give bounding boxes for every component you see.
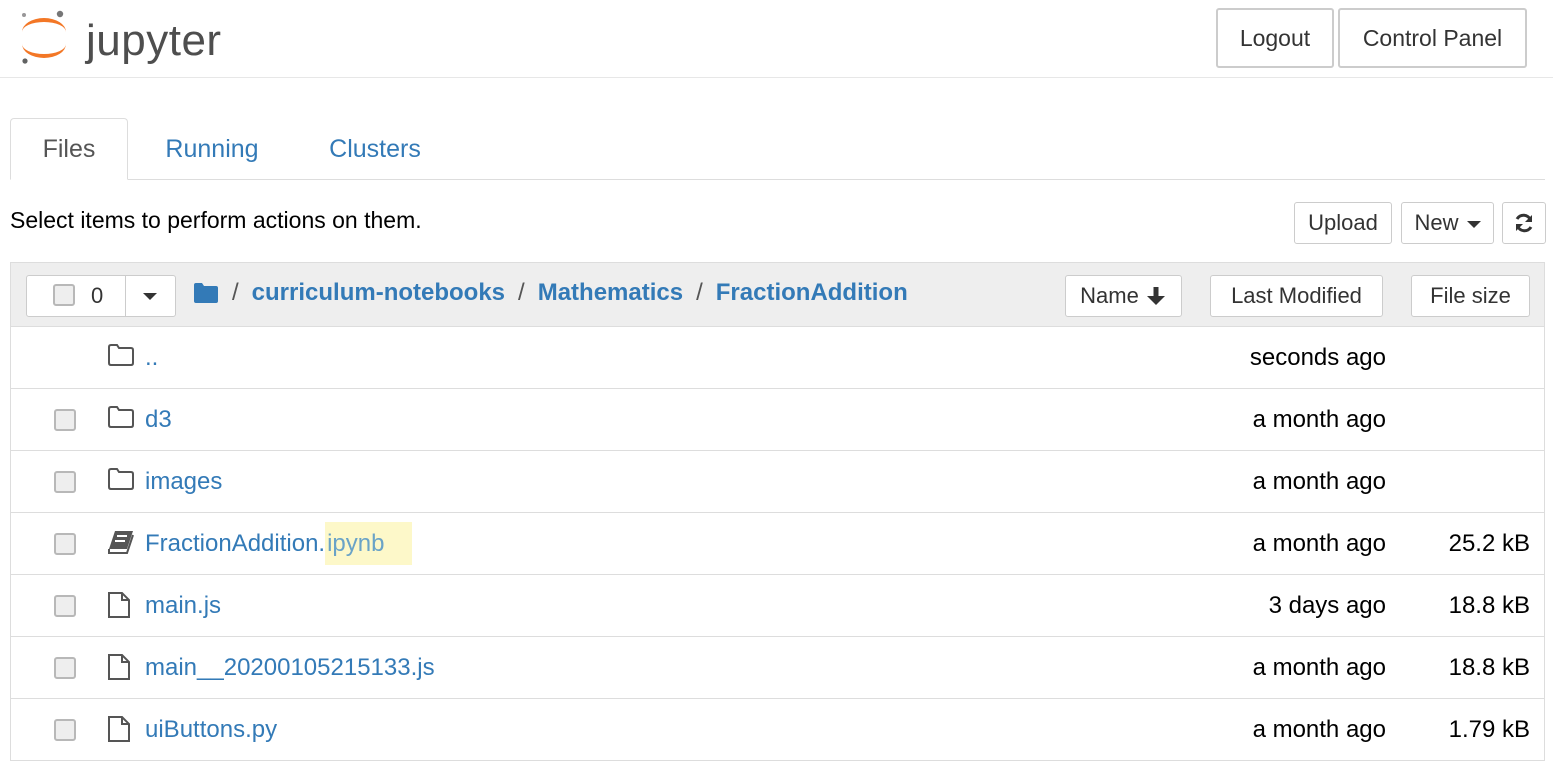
sort-by-name-button[interactable]: Name — [1065, 275, 1182, 317]
file-size: 18.8 kB — [1448, 592, 1530, 619]
file-row[interactable]: main__20200105215133.js a month ago 18.8 k… — [11, 637, 1544, 699]
arrow-down-icon — [1146, 287, 1165, 305]
file-type-icon-wrap — [107, 529, 135, 557]
breadcrumb-separator: / — [518, 279, 525, 306]
breadcrumb-separator: / — [696, 279, 703, 306]
file-name: FractionAddition. — [145, 530, 326, 557]
file-icon — [108, 592, 130, 618]
row-checkbox[interactable] — [54, 595, 76, 617]
file-last-modified: a month ago — [1252, 406, 1386, 433]
file-type-icon-wrap — [107, 343, 135, 371]
file-size: 18.8 kB — [1448, 654, 1530, 681]
file-row[interactable]: .. seconds ago — [11, 327, 1544, 389]
row-checkbox[interactable] — [54, 657, 76, 679]
file-name: images — [145, 468, 223, 495]
folder-icon — [108, 344, 134, 366]
list-header: 0 / curriculum-notebooks / Mathematics /… — [11, 263, 1544, 327]
file-name: uiButtons.py — [145, 716, 278, 743]
file-extension-highlight: ipynb — [325, 522, 413, 565]
tab-clusters[interactable]: Clusters — [316, 118, 434, 180]
file-last-modified: a month ago — [1252, 530, 1386, 557]
select-all-checkbox[interactable] — [53, 284, 75, 306]
file-name-link[interactable]: images — [145, 468, 222, 496]
new-label: New — [1414, 210, 1459, 235]
file-name: main__20200105215133.js — [145, 654, 435, 681]
notebook-icon — [108, 531, 134, 554]
header: jupyter Logout Control Panel — [0, 0, 1553, 78]
jupyter-logo[interactable]: jupyter — [14, 8, 254, 68]
refresh-icon — [1515, 213, 1533, 233]
file-type-icon-wrap — [107, 591, 135, 619]
breadcrumb-item[interactable]: Mathematics — [538, 279, 683, 307]
breadcrumb: / curriculum-notebooks / Mathematics / F… — [193, 279, 908, 307]
file-name-link[interactable]: FractionAddition.ipynb — [145, 522, 413, 565]
sort-by-modified-button[interactable]: Last Modified — [1210, 275, 1383, 317]
sort-name-label: Name — [1080, 283, 1139, 308]
row-checkbox[interactable] — [54, 719, 76, 741]
file-last-modified: a month ago — [1252, 654, 1386, 681]
file-name-link[interactable]: .. — [145, 344, 158, 372]
caret-down-icon — [1466, 221, 1481, 228]
tab-running[interactable]: Running — [150, 118, 274, 180]
logo-text: jupyter — [86, 16, 222, 65]
file-row[interactable]: uiButtons.py a month ago 1.79 kB — [11, 699, 1544, 761]
file-name-link[interactable]: d3 — [145, 406, 172, 434]
folder-icon — [108, 468, 134, 490]
new-dropdown-button[interactable]: New — [1401, 202, 1494, 244]
row-checkbox[interactable] — [54, 409, 76, 431]
tab-bar: Files Running Clusters — [10, 118, 1545, 180]
file-row[interactable]: d3 a month ago — [11, 389, 1544, 451]
selection-message: Select items to perform actions on them. — [10, 207, 422, 233]
file-name: d3 — [145, 406, 172, 433]
file-type-icon-wrap — [107, 653, 135, 681]
sort-by-size-button[interactable]: File size — [1411, 275, 1530, 317]
refresh-button[interactable] — [1502, 202, 1546, 244]
file-type-icon-wrap — [107, 467, 135, 495]
file-row[interactable]: images a month ago — [11, 451, 1544, 513]
file-row[interactable]: main.js 3 days ago 18.8 kB — [11, 575, 1544, 637]
control-panel-button[interactable]: Control Panel — [1338, 8, 1527, 68]
file-last-modified: a month ago — [1252, 716, 1386, 743]
file-name-link[interactable]: uiButtons.py — [145, 716, 277, 744]
file-list: 0 / curriculum-notebooks / Mathematics /… — [10, 262, 1545, 761]
file-type-icon-wrap — [107, 715, 135, 743]
upload-button[interactable]: Upload — [1294, 202, 1392, 244]
file-last-modified: a month ago — [1252, 468, 1386, 495]
breadcrumb-separator: / — [232, 279, 239, 306]
breadcrumb-item[interactable]: curriculum-notebooks — [252, 279, 505, 307]
breadcrumb-item[interactable]: FractionAddition — [716, 279, 908, 307]
divider — [125, 276, 126, 316]
file-icon — [108, 716, 130, 742]
folder-icon — [108, 406, 134, 428]
tab-files[interactable]: Files — [10, 118, 128, 180]
file-size: 1.79 kB — [1448, 716, 1530, 743]
file-row[interactable]: FractionAddition.ipynb a month ago 25.2 kB — [11, 513, 1544, 575]
file-name-link[interactable]: main.js — [145, 592, 221, 620]
jupyter-logo-icon — [22, 10, 66, 64]
file-icon — [108, 654, 130, 680]
home-folder-icon[interactable] — [193, 282, 219, 304]
select-menu-caret-icon[interactable] — [143, 293, 157, 300]
file-last-modified: seconds ago — [1249, 344, 1386, 371]
file-name: .. — [145, 344, 159, 371]
selected-count: 0 — [91, 283, 104, 308]
file-type-icon-wrap — [107, 405, 135, 433]
logout-button[interactable]: Logout — [1216, 8, 1334, 68]
row-checkbox[interactable] — [54, 533, 76, 555]
row-checkbox[interactable] — [54, 471, 76, 493]
file-size: 25.2 kB — [1448, 530, 1530, 557]
file-name: main.js — [145, 592, 222, 619]
file-last-modified: 3 days ago — [1268, 592, 1386, 619]
file-name-link[interactable]: main__20200105215133.js — [145, 654, 435, 682]
select-all-group[interactable]: 0 — [26, 275, 176, 317]
